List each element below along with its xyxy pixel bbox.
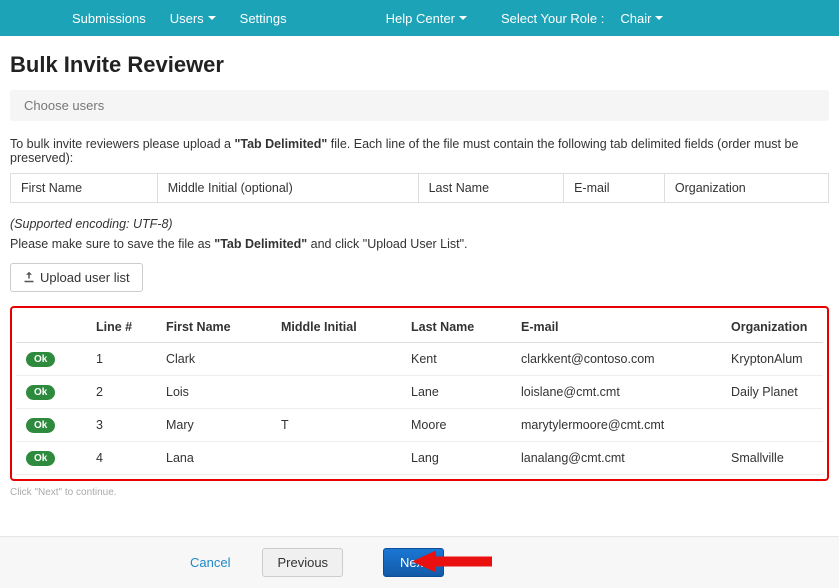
cell-org [721,409,823,442]
table-row: Ok 4Lana Langlanalang@cmt.cmtSmallville [16,442,823,475]
status-badge: Ok [26,451,55,466]
role-select-label: Select Your Role : [489,0,616,36]
cell-line: 1 [86,343,156,376]
cell-org: KryptonAlum [721,343,823,376]
cell-line: 2 [86,376,156,409]
caret-down-icon [208,16,216,20]
col-org: Organization [721,312,823,343]
breadcrumb: Choose users [10,90,829,121]
cell-last: Lang [401,442,511,475]
role-value: Chair [620,11,651,26]
upload-instruction: To bulk invite reviewers please upload a… [10,137,829,165]
col-line: Line # [86,312,156,343]
nav-help-label: Help Center [386,11,455,26]
main-content: Bulk Invite Reviewer Choose users To bul… [0,36,839,536]
cell-first: Clark [156,343,271,376]
cell-middle [271,442,401,475]
nav-settings[interactable]: Settings [228,0,299,36]
field-col: Organization [664,174,828,203]
cell-email: loislane@cmt.cmt [511,376,721,409]
field-col: Middle Initial (optional) [157,174,418,203]
cell-email: lanalang@cmt.cmt [511,442,721,475]
cancel-button[interactable]: Cancel [180,549,240,576]
cell-line: 3 [86,409,156,442]
results-highlight-box: Line # First Name Middle Initial Last Na… [10,306,829,481]
cell-email: marytylermoore@cmt.cmt [511,409,721,442]
cell-last: Kent [401,343,511,376]
results-header-row: Line # First Name Middle Initial Last Na… [16,312,823,343]
table-row: Ok 3MaryTMooremarytylermoore@cmt.cmt [16,409,823,442]
col-middle: Middle Initial [271,312,401,343]
page-title: Bulk Invite Reviewer [10,52,829,78]
encoding-note: (Supported encoding: UTF-8) [10,217,829,231]
status-badge: Ok [26,418,55,433]
table-row: Ok 2Lois Laneloislane@cmt.cmtDaily Planet [16,376,823,409]
nav-users-label: Users [170,11,204,26]
status-badge: Ok [26,352,55,367]
save-instruction: Please make sure to save the file as "Ta… [10,237,829,251]
cell-middle [271,343,401,376]
cell-first: Mary [156,409,271,442]
cell-first: Lana [156,442,271,475]
table-row: Ok 1Clark Kentclarkkent@contoso.comKrypton… [16,343,823,376]
cell-last: Moore [401,409,511,442]
col-email: E-mail [511,312,721,343]
continue-note: Click "Next" to continue. [10,487,829,498]
cell-org: Daily Planet [721,376,823,409]
nav-users[interactable]: Users [158,0,228,36]
caret-down-icon [459,16,467,20]
previous-button[interactable]: Previous [262,548,343,577]
cell-middle: T [271,409,401,442]
nav-submissions[interactable]: Submissions [60,0,158,36]
col-last: Last Name [401,312,511,343]
cell-last: Lane [401,376,511,409]
upload-icon [23,271,35,285]
cell-email: clarkkent@contoso.com [511,343,721,376]
field-col: Last Name [418,174,563,203]
cell-middle [271,376,401,409]
nav-help-center[interactable]: Help Center [374,0,479,36]
col-status [16,312,86,343]
upload-button-label: Upload user list [40,270,130,285]
caret-down-icon [655,16,663,20]
cell-line: 4 [86,442,156,475]
role-select[interactable]: Chair [616,0,675,36]
upload-user-list-button[interactable]: Upload user list [10,263,143,292]
top-navbar: Submissions Users Settings Help Center S… [0,0,839,36]
annotation-arrow-icon [412,546,492,579]
cell-org: Smallville [721,442,823,475]
fields-table: First Name Middle Initial (optional) Las… [10,173,829,203]
cell-first: Lois [156,376,271,409]
col-first: First Name [156,312,271,343]
field-col: First Name [11,174,158,203]
field-col: E-mail [564,174,665,203]
status-badge: Ok [26,385,55,400]
results-table: Line # First Name Middle Initial Last Na… [16,312,823,475]
